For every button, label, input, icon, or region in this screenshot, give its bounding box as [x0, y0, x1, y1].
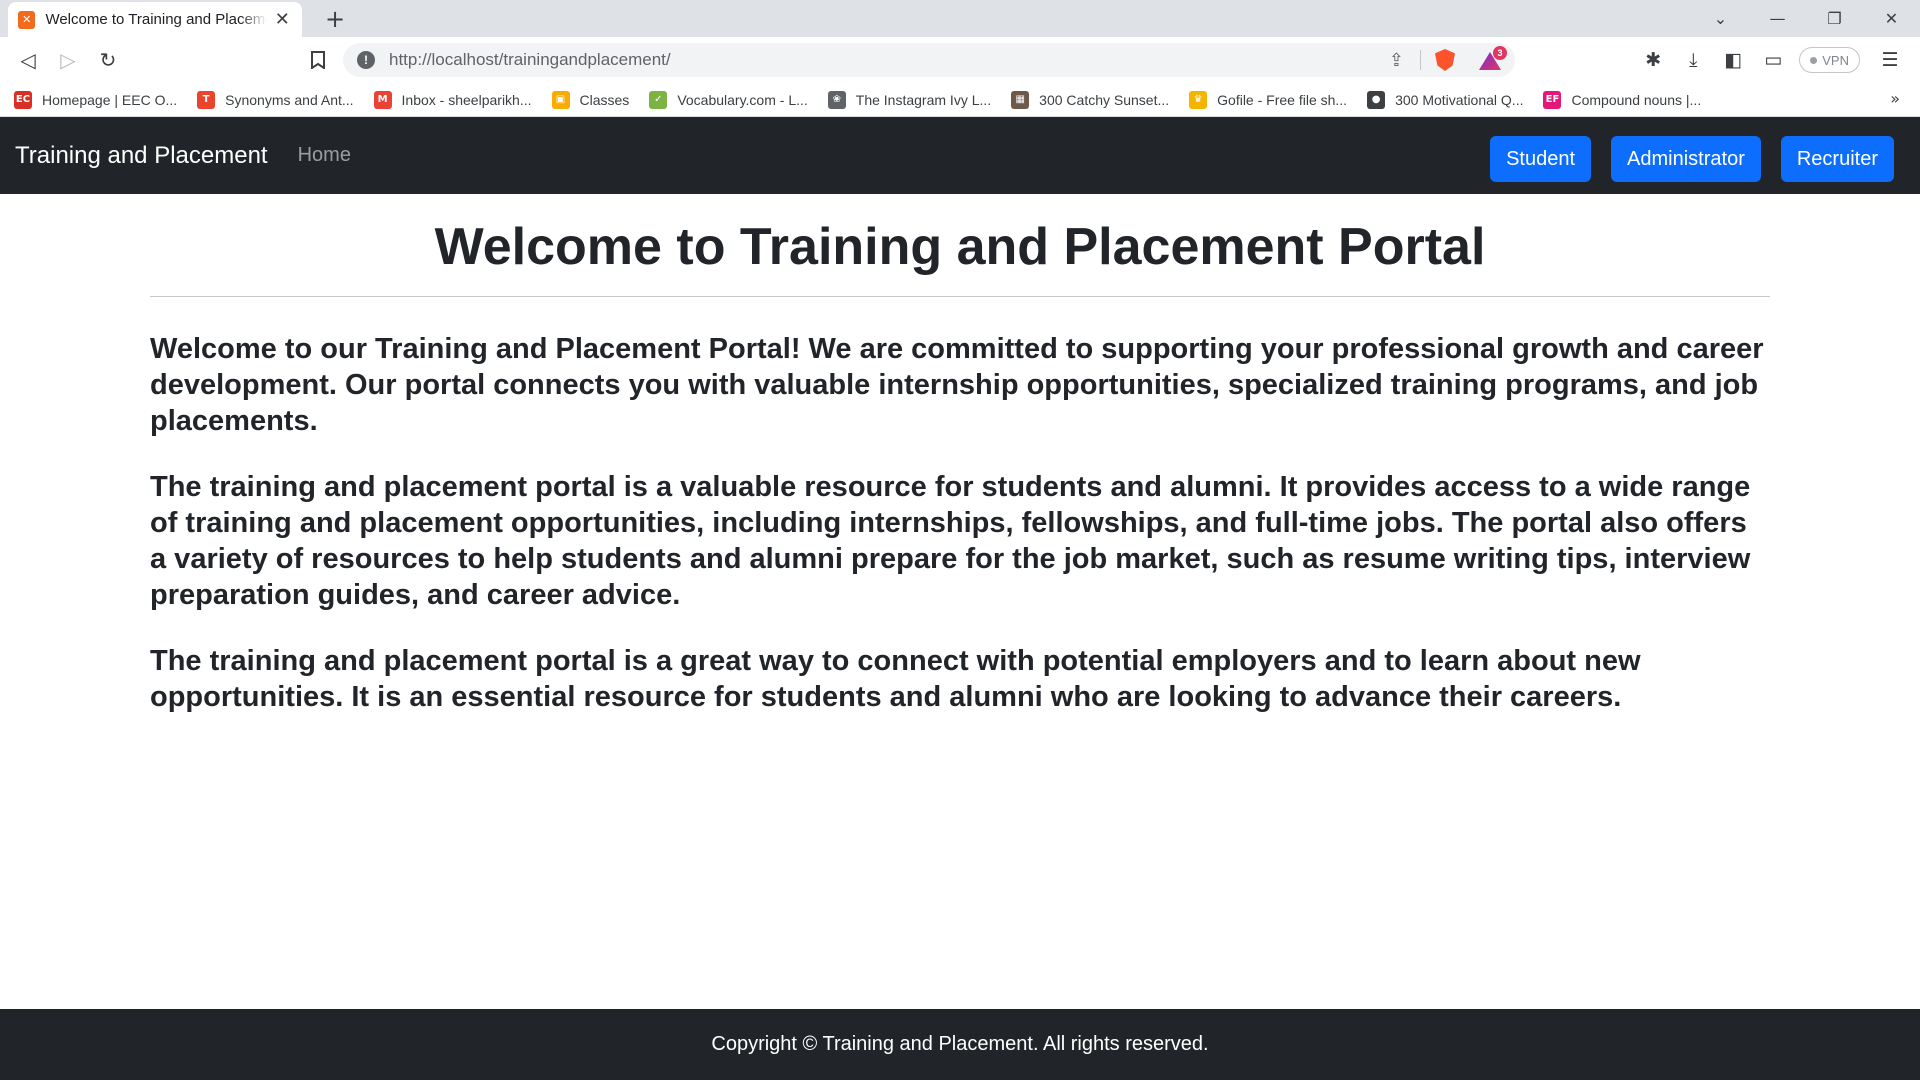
nav-buttons: Student Administrator Recruiter [1470, 136, 1894, 182]
tab-title: Welcome to Training and Placement [45, 11, 267, 28]
browser-toolbar: ◁ ▷ ↻ ! http://localhost/trainingandplac… [0, 37, 1920, 83]
eec-icon: EC [14, 90, 32, 109]
vpn-button[interactable]: VPN [1799, 47, 1860, 73]
recruiter-button[interactable]: Recruiter [1780, 136, 1894, 182]
bookmark-icon[interactable] [300, 42, 336, 78]
student-button[interactable]: Student [1490, 136, 1592, 182]
bookmark-label: Synonyms and Ant... [225, 91, 354, 108]
bookmark-label: Inbox - sheelparikh... [401, 91, 532, 108]
xampp-icon: ✕ [18, 10, 36, 29]
address-bar[interactable]: ! http://localhost/trainingandplacement/… [343, 43, 1515, 77]
nav-home-link[interactable]: Home [298, 144, 351, 167]
main-content: Welcome to Training and Placement Portal… [150, 194, 1770, 715]
resource-paragraph: The training and placement portal is a v… [150, 471, 1751, 611]
bookmarks-bar: EC Homepage | EEC O... T Synonyms and Ant..… [0, 83, 1920, 117]
browser-tabstrip: ✕ Welcome to Training and Placement ✕ + … [0, 0, 1920, 37]
extensions-area: ✱ ⤓ ◧ ▭ VPN ☰ [1633, 37, 1920, 83]
browser-tab[interactable]: ✕ Welcome to Training and Placement ✕ [8, 2, 302, 37]
bookmark-item[interactable]: T Synonyms and Ant... [197, 90, 354, 109]
employers-paragraph: The training and placement portal is a g… [150, 645, 1641, 713]
url-text[interactable]: http://localhost/trainingandplacement/ [389, 50, 1389, 70]
restore-icon[interactable]: ❐ [1806, 0, 1863, 37]
sidebar-icon[interactable]: ◧ [1713, 42, 1753, 78]
back-icon[interactable]: ◁ [8, 42, 48, 78]
bookmark-item[interactable]: ● 300 Motivational Q... [1367, 90, 1524, 109]
site-footer: Copyright © Training and Placement. All … [0, 1009, 1920, 1080]
administrator-button[interactable]: Administrator [1611, 136, 1761, 182]
wallet-icon[interactable]: ▭ [1753, 42, 1793, 78]
bookmark-label: The Instagram Ivy L... [855, 91, 992, 108]
bookmark-label: Homepage | EEC O... [42, 91, 178, 108]
intro-paragraph: Welcome to our Training and Placement Po… [150, 333, 1764, 437]
page-title: Welcome to Training and Placement Portal [434, 218, 1486, 276]
bookmark-item[interactable]: ♛ Gofile - Free file sh... [1189, 90, 1348, 109]
bookmark-item[interactable]: EF Compound nouns |... [1543, 90, 1702, 109]
title-divider [150, 296, 1770, 297]
vpn-status-dot [1810, 56, 1818, 64]
bookmark-label: Classes [579, 91, 630, 108]
bookmark-item[interactable]: ✓ Vocabulary.com - L... [649, 90, 808, 109]
menu-icon[interactable]: ☰ [1870, 42, 1910, 78]
bookmark-label: Compound nouns |... [1571, 91, 1702, 108]
bookmark-label: Vocabulary.com - L... [677, 91, 808, 108]
minimize-icon[interactable]: — [1749, 0, 1806, 37]
thesaurus-icon: T [197, 90, 216, 109]
new-tab-button[interactable]: + [320, 4, 350, 34]
bookmark-label: 300 Motivational Q... [1395, 91, 1524, 108]
copyright-text: Copyright © Training and Placement. All … [711, 1033, 1209, 1055]
site-navbar: Training and Placement Home Student Admi… [0, 117, 1920, 194]
bookmark-label: 300 Catchy Sunset... [1039, 91, 1170, 108]
window-close-icon[interactable]: ✕ [1863, 0, 1920, 37]
gofile-icon: ♛ [1189, 90, 1208, 109]
site-brand[interactable]: Training and Placement [15, 142, 268, 170]
bookmark-label: Gofile - Free file sh... [1217, 91, 1348, 108]
tab-close-icon[interactable]: ✕ [273, 9, 292, 30]
brave-rewards-icon[interactable]: 3 [1479, 46, 1507, 70]
brave-shields-icon[interactable] [1435, 49, 1455, 71]
bookmark-item[interactable]: M Inbox - sheelparikh... [373, 90, 532, 109]
bookmark-item[interactable]: EC Homepage | EEC O... [14, 90, 178, 109]
globe-icon: ● [1367, 90, 1386, 109]
tab-search-icon[interactable]: ⌄ [1692, 0, 1749, 37]
ef-icon: EF [1543, 90, 1562, 109]
share-icon[interactable]: ⇪ [1389, 50, 1404, 71]
bookmark-item[interactable]: ▦ 300 Catchy Sunset... [1011, 90, 1170, 109]
site-info-icon[interactable]: ! [357, 51, 375, 69]
bookmark-item[interactable]: ❀ The Instagram Ivy L... [827, 90, 992, 109]
bookmarks-more-icon[interactable]: » [1890, 89, 1900, 108]
window-controls: ⌄ — ❐ ✕ [1692, 0, 1920, 37]
omnibox-divider [1420, 50, 1421, 70]
rewards-badge: 3 [1493, 46, 1507, 60]
classroom-icon: ▣ [551, 90, 570, 109]
vpn-label: VPN [1822, 52, 1849, 68]
reload-icon[interactable]: ↻ [88, 42, 128, 78]
download-icon[interactable]: ⤓ [1673, 42, 1713, 78]
extensions-icon[interactable]: ✱ [1633, 42, 1673, 78]
sunset-icon: ▦ [1011, 90, 1030, 109]
forward-icon[interactable]: ▷ [48, 42, 88, 78]
gmail-icon: M [373, 90, 392, 109]
vocabulary-icon: ✓ [649, 90, 668, 109]
bookmark-item[interactable]: ▣ Classes [551, 90, 630, 109]
instagram-ivy-icon: ❀ [827, 90, 846, 109]
